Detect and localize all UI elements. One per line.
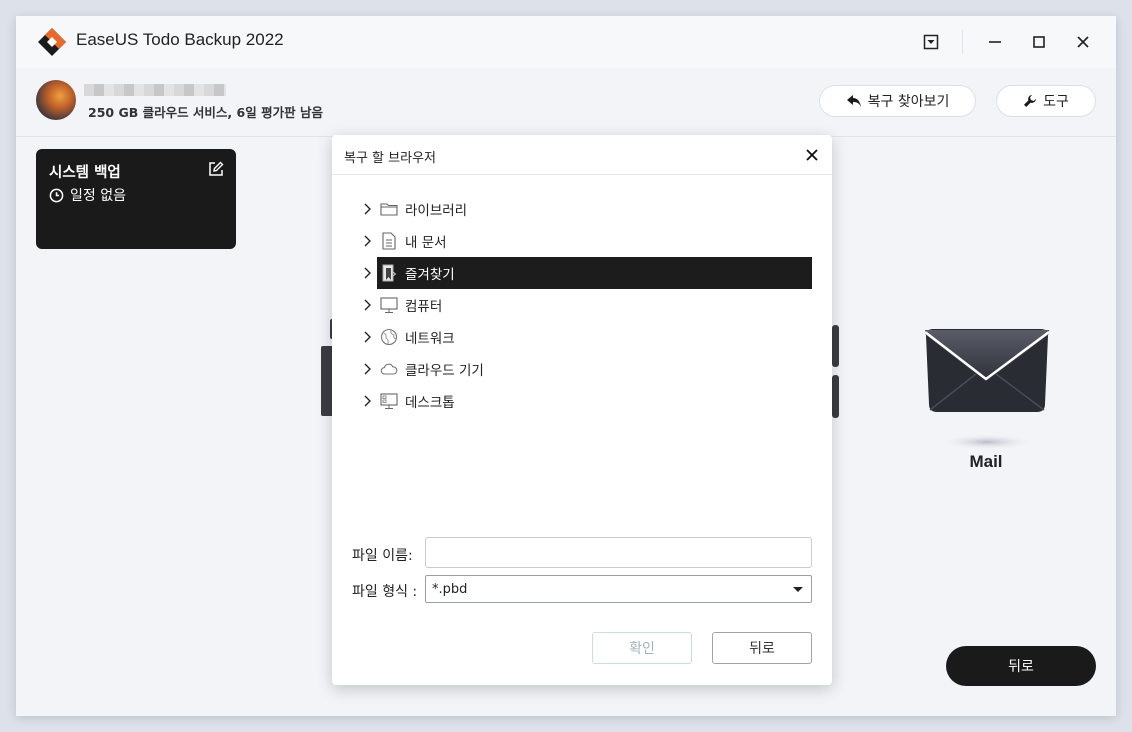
close-icon <box>806 149 818 161</box>
tree-item-label: 즐겨찾기 <box>405 267 455 283</box>
title-bar: EaseUS Todo Backup 2022 <box>16 16 1116 68</box>
dialog-title: 복구 할 브라우저 <box>344 151 436 166</box>
mail-envelope-icon <box>924 329 1050 450</box>
close-icon <box>1077 36 1089 48</box>
tools-button[interactable]: 도구 <box>996 85 1096 117</box>
background-tile-right-top <box>832 325 839 367</box>
document-icon <box>379 231 399 251</box>
tree-item-cloud-devices[interactable]: 클라우드 기기 <box>356 353 812 385</box>
mail-backup-tile[interactable]: Mail <box>916 324 1056 494</box>
tree-item-label: 데스크톱 <box>405 395 455 411</box>
favorites-icon <box>379 263 399 283</box>
app-logo-icon <box>38 28 66 56</box>
titlebar-separator <box>962 30 963 54</box>
background-tile-right-bottom <box>832 375 839 418</box>
undo-arrow-icon <box>846 95 861 107</box>
avatar[interactable] <box>36 80 76 120</box>
maximize-icon <box>1033 36 1045 48</box>
account-storage-info: 250 GB 클라우드 서비스, 6일 평가판 남음 <box>88 105 323 120</box>
tree-item-desktop[interactable]: 데스크톱 <box>356 385 812 417</box>
dialog-title-divider <box>332 174 832 175</box>
file-name-input[interactable] <box>425 537 812 568</box>
dialog-back-button[interactable]: 뒤로 <box>712 632 812 664</box>
app-window: EaseUS Todo Backup 2022 250 GB 클라우드 서비스,… <box>16 16 1116 716</box>
mail-label: Mail <box>969 452 1003 471</box>
dialog-close-button[interactable] <box>802 145 822 165</box>
account-header: 250 GB 클라우드 서비스, 6일 평가판 남음 복구 찾아보기 도구 <box>16 76 1116 136</box>
minimize-icon <box>989 41 1001 43</box>
browse-recovery-dialog: 복구 할 브라우저 라이브러리 내 문서 즐겨찾기 컴퓨터 네트워크 클라우드 … <box>332 135 832 685</box>
wrench-icon <box>1024 95 1037 107</box>
close-button[interactable] <box>1070 29 1096 55</box>
tree-item-my-documents[interactable]: 내 문서 <box>356 225 812 257</box>
chevron-right-icon[interactable] <box>356 257 378 289</box>
network-icon <box>379 327 399 347</box>
app-title: EaseUS Todo Backup 2022 <box>76 30 284 49</box>
location-tree: 라이브러리 내 문서 즐겨찾기 컴퓨터 네트워크 클라우드 기기 데스크톱 <box>356 193 812 417</box>
chevron-right-icon[interactable] <box>356 385 378 417</box>
tree-item-label: 내 문서 <box>405 235 447 251</box>
tree-item-label: 컴퓨터 <box>405 299 443 315</box>
tree-item-network[interactable]: 네트워크 <box>356 321 812 353</box>
file-type-select[interactable]: *.pbd <box>425 575 812 603</box>
confirm-button[interactable]: 확인 <box>592 632 692 664</box>
dropdown-menu-button[interactable] <box>918 29 944 55</box>
tree-item-label: 클라우드 기기 <box>405 363 484 379</box>
system-backup-card[interactable]: 시스템 백업 일정 없음 <box>36 149 236 249</box>
backup-schedule-label: 일정 없음 <box>70 188 126 204</box>
chevron-right-icon[interactable] <box>356 353 378 385</box>
tree-item-library[interactable]: 라이브러리 <box>356 193 812 225</box>
main-back-button[interactable]: 뒤로 <box>946 646 1096 686</box>
tools-label: 도구 <box>1043 94 1069 110</box>
browse-recovery-label: 복구 찾아보기 <box>867 94 950 110</box>
chevron-right-icon[interactable] <box>356 321 378 353</box>
caret-down-icon <box>793 587 803 592</box>
backup-card-title: 시스템 백업 <box>49 165 121 181</box>
account-name-redacted <box>84 84 226 96</box>
monitor-icon <box>379 295 399 315</box>
file-type-label: 파일 형식 : <box>352 584 418 600</box>
file-name-label: 파일 이름: <box>352 548 413 564</box>
browse-recovery-button[interactable]: 복구 찾아보기 <box>819 85 976 117</box>
edit-icon[interactable] <box>208 161 224 177</box>
chevron-right-icon[interactable] <box>356 289 378 321</box>
minimize-button[interactable] <box>982 29 1008 55</box>
desktop-icon <box>379 391 399 411</box>
folder-icon <box>379 199 399 219</box>
cloud-icon <box>379 359 399 379</box>
file-type-value: *.pbd <box>432 581 468 597</box>
chevron-right-icon[interactable] <box>356 225 378 257</box>
tree-item-label: 라이브러리 <box>405 203 468 219</box>
dropdown-box-icon <box>923 34 939 50</box>
maximize-button[interactable] <box>1026 29 1052 55</box>
clock-icon <box>49 188 64 202</box>
chevron-right-icon[interactable] <box>356 193 378 225</box>
tree-item-favorites[interactable]: 즐겨찾기 <box>356 257 812 289</box>
tree-item-label: 네트워크 <box>405 331 455 347</box>
tree-item-computer[interactable]: 컴퓨터 <box>356 289 812 321</box>
backup-schedule: 일정 없음 <box>49 185 126 205</box>
